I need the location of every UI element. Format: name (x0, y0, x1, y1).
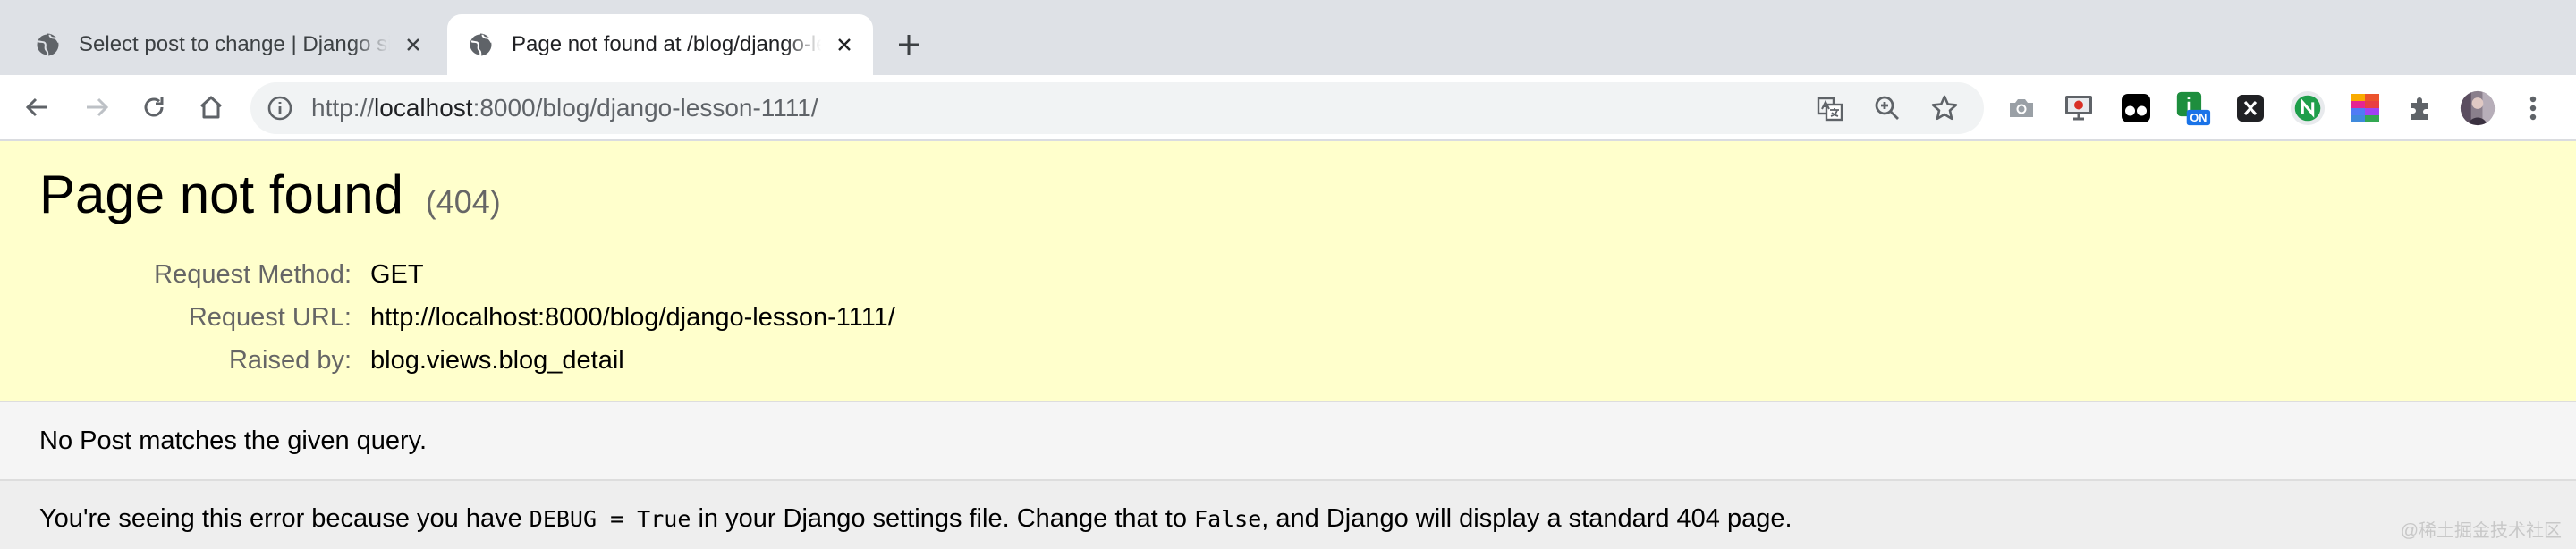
tab-admin[interactable]: Select post to change | Django site admi… (14, 14, 442, 75)
profile-avatar[interactable] (2460, 90, 2496, 126)
explanation-text: You're seeing this error because you hav… (39, 481, 1792, 557)
x-icon (2237, 95, 2264, 122)
debug-setting-code: DEBUG = True (529, 506, 691, 532)
explanation-part: in your Django settings file. Change tha… (691, 504, 1195, 533)
false-code: False (1194, 506, 1262, 532)
arrow-right-icon (87, 97, 109, 117)
url-path: :8000/blog/django-lesson-1111/ (472, 94, 818, 122)
tampermonkey-extension[interactable] (2118, 90, 2154, 126)
close-tab-icon[interactable] (832, 32, 857, 57)
tab-title: Select post to change | Django site admi… (79, 32, 390, 56)
field-value: http://localhost:8000/blog/django-lesson… (370, 303, 895, 332)
zoom-button[interactable] (1871, 92, 1903, 124)
globe-icon (468, 32, 493, 57)
home-icon (199, 96, 223, 119)
translate-icon (1817, 97, 1843, 122)
zoom-in-icon (1875, 96, 1899, 120)
url-scheme: http:// (311, 94, 375, 122)
translate-button[interactable] (1814, 92, 1846, 124)
field-label: Request URL: (188, 303, 352, 332)
home-button[interactable] (191, 88, 231, 127)
screen-record-icon (2065, 96, 2092, 121)
explanation-part: , and Django will display a standard 404… (1261, 504, 1792, 533)
status-code: (404) (425, 183, 501, 220)
screenshot-extension[interactable] (2004, 90, 2039, 126)
error-title: Page not found (39, 165, 404, 224)
info-on-extension[interactable]: ON (2175, 90, 2211, 126)
info-on-icon: ON (2176, 91, 2211, 126)
tampermonkey-icon (2122, 94, 2150, 122)
n-extension[interactable] (2290, 90, 2326, 126)
extension-badge: ON (2190, 111, 2207, 124)
close-tab-icon[interactable] (401, 32, 426, 57)
new-tab-button[interactable] (891, 27, 927, 63)
plus-icon (899, 35, 919, 55)
tab-page-not-found[interactable]: Page not found at /blog/django-lesson-11… (447, 14, 873, 75)
tab-title: Page not found at /blog/django-lesson-11… (512, 32, 821, 56)
tab-strip: Select post to change | Django site admi… (0, 0, 2576, 75)
watermark: @稀土掘金技术社区 (2400, 521, 2562, 541)
screen-recorder-extension[interactable] (2061, 90, 2097, 126)
page-title: Page not found (404) (39, 159, 501, 238)
error-message: No Post matches the given query. (39, 426, 428, 455)
puzzle-icon (2411, 97, 2428, 120)
star-icon (1931, 95, 1958, 121)
url-text[interactable]: http://localhost:8000/blog/django-lesson… (311, 82, 818, 134)
avatar (2460, 90, 2496, 126)
browser-menu-button[interactable] (2515, 90, 2551, 126)
field-label: Raised by: (228, 346, 352, 375)
field-value: GET (370, 260, 424, 289)
error-info-section: No Post matches the given query. (0, 402, 2576, 481)
url-host: localhost (374, 94, 473, 122)
color-grid-icon (2351, 94, 2379, 122)
error-summary: Page not found (404) Request Method: GET… (0, 141, 2576, 402)
info-icon[interactable] (267, 95, 293, 122)
field-value: blog.views.blog_detail (370, 346, 624, 375)
field-label: Request Method: (154, 260, 352, 289)
address-bar[interactable]: http://localhost:8000/blog/django-lesson… (250, 82, 1984, 134)
explanation-part: You're seeing this error because you hav… (39, 504, 530, 533)
reload-button[interactable] (134, 88, 174, 127)
explanation-section: You're seeing this error because you hav… (0, 481, 2576, 549)
bookmark-button[interactable] (1928, 92, 1961, 124)
globe-icon (35, 32, 60, 57)
forward-button[interactable] (77, 88, 116, 127)
kebab-menu-icon (2529, 96, 2537, 121)
camera-icon (2010, 99, 2033, 117)
extensions-button[interactable] (2402, 90, 2438, 126)
x-extension[interactable] (2233, 90, 2268, 126)
browser-toolbar: http://localhost:8000/blog/django-lesson… (0, 75, 2576, 141)
reload-icon (144, 97, 164, 117)
green-n-icon (2290, 90, 2326, 126)
color-extension[interactable] (2347, 90, 2383, 126)
arrow-left-icon (25, 97, 47, 117)
back-button[interactable] (18, 88, 57, 127)
